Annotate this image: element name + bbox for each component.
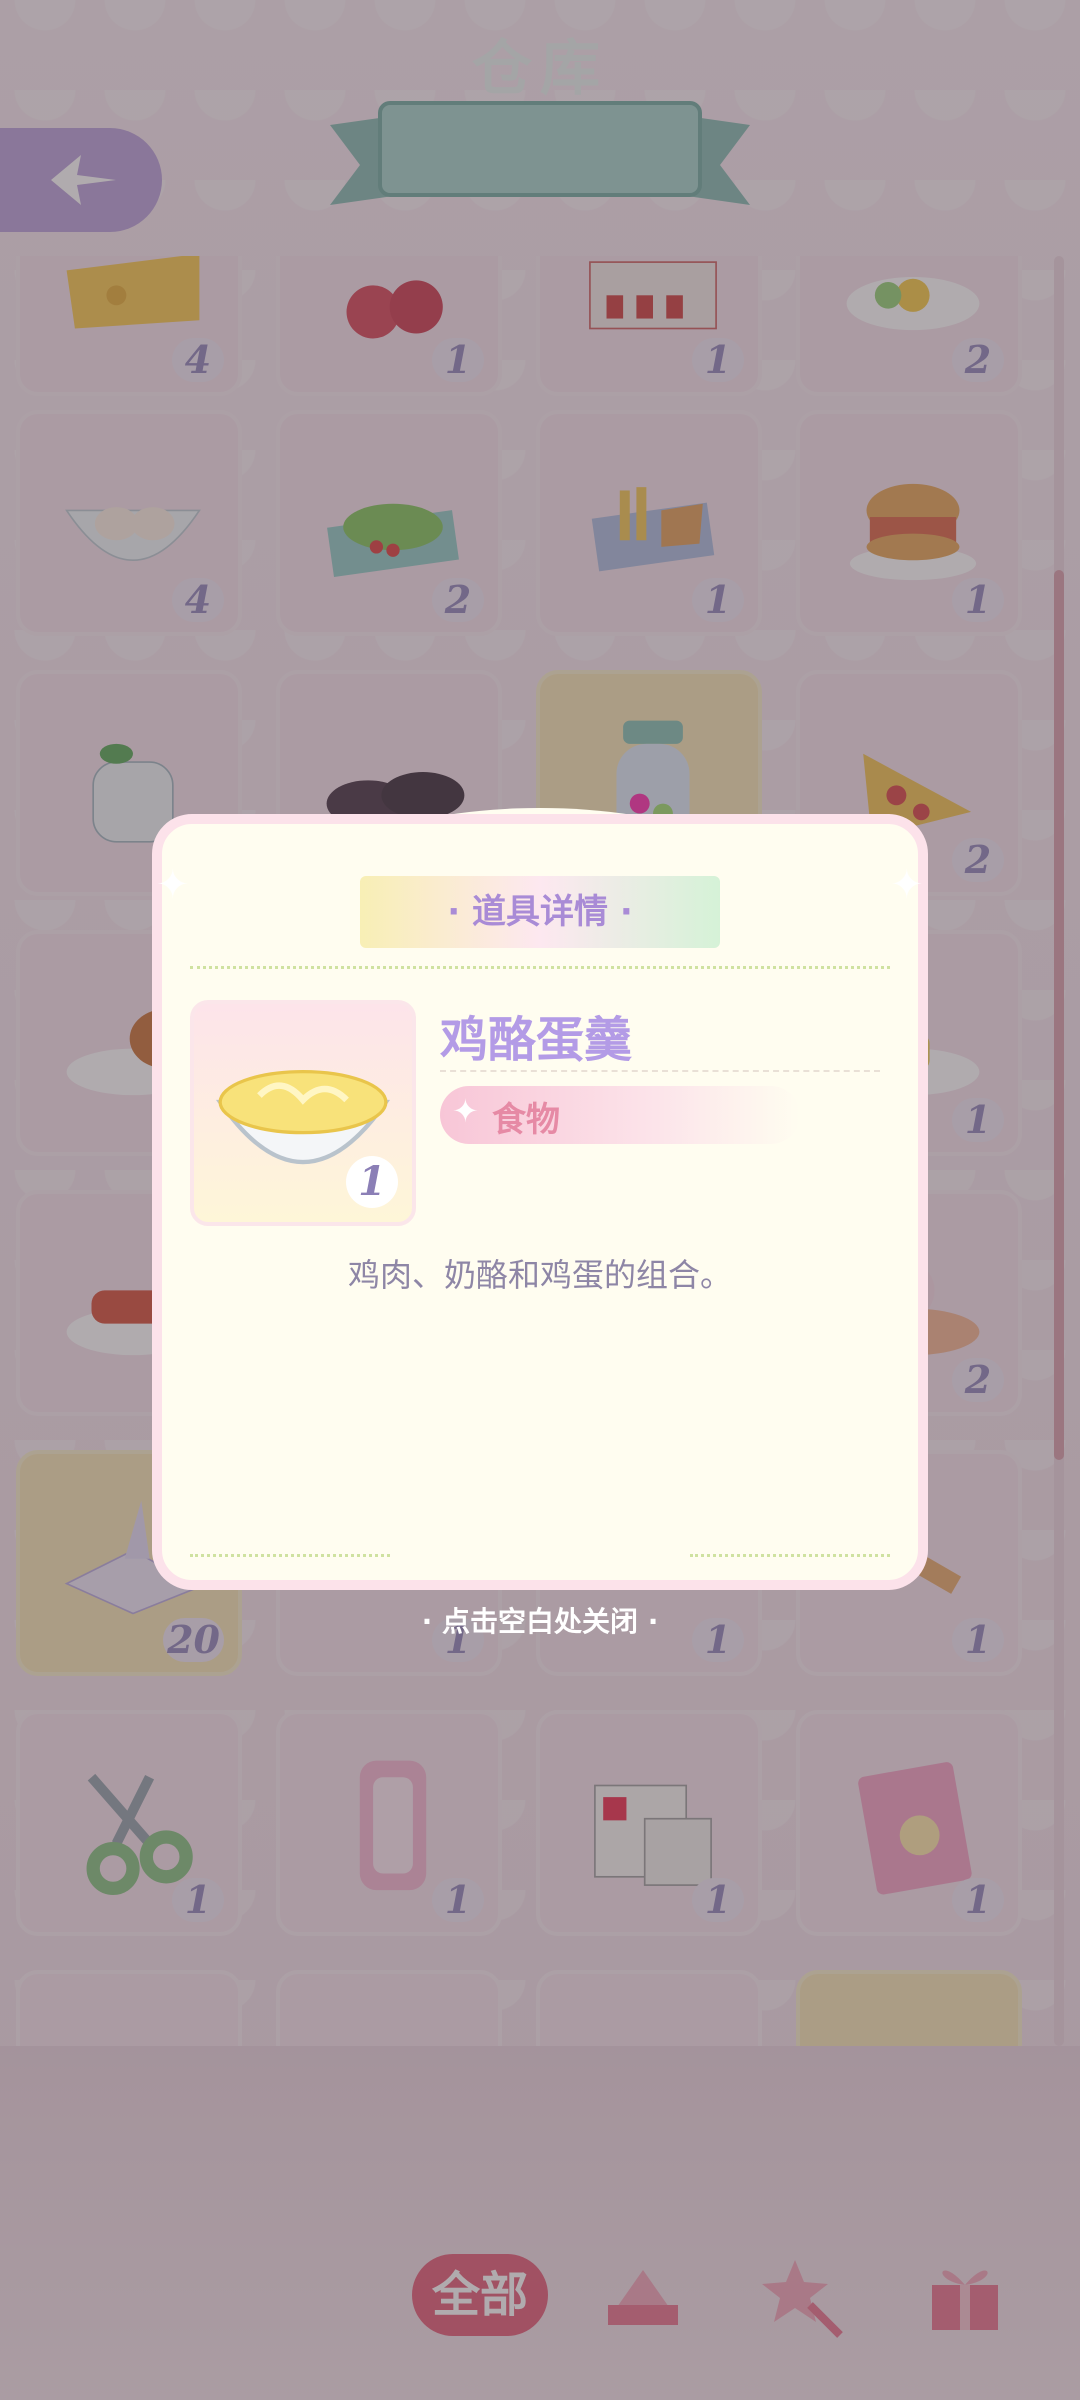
- divider: [190, 1554, 390, 1557]
- sparkle-icon: ✦: [156, 862, 190, 908]
- close-hint: · 点击空白处关闭 ·: [421, 1605, 659, 1638]
- sparkle-icon: ✦: [890, 862, 924, 908]
- dialog-title: · 道具详情 ·: [447, 892, 633, 932]
- divider: [690, 1554, 890, 1557]
- divider: [190, 966, 890, 969]
- category-label: 食物: [492, 1100, 560, 1140]
- divider: [440, 1070, 880, 1072]
- item-name: 鸡酪蛋羹: [440, 1012, 633, 1068]
- diamond-icon: ✦: [452, 1092, 479, 1130]
- item-description: 鸡肉、奶酪和鸡蛋的组合。: [347, 1256, 732, 1294]
- item-quantity-badge: 1: [346, 1156, 398, 1208]
